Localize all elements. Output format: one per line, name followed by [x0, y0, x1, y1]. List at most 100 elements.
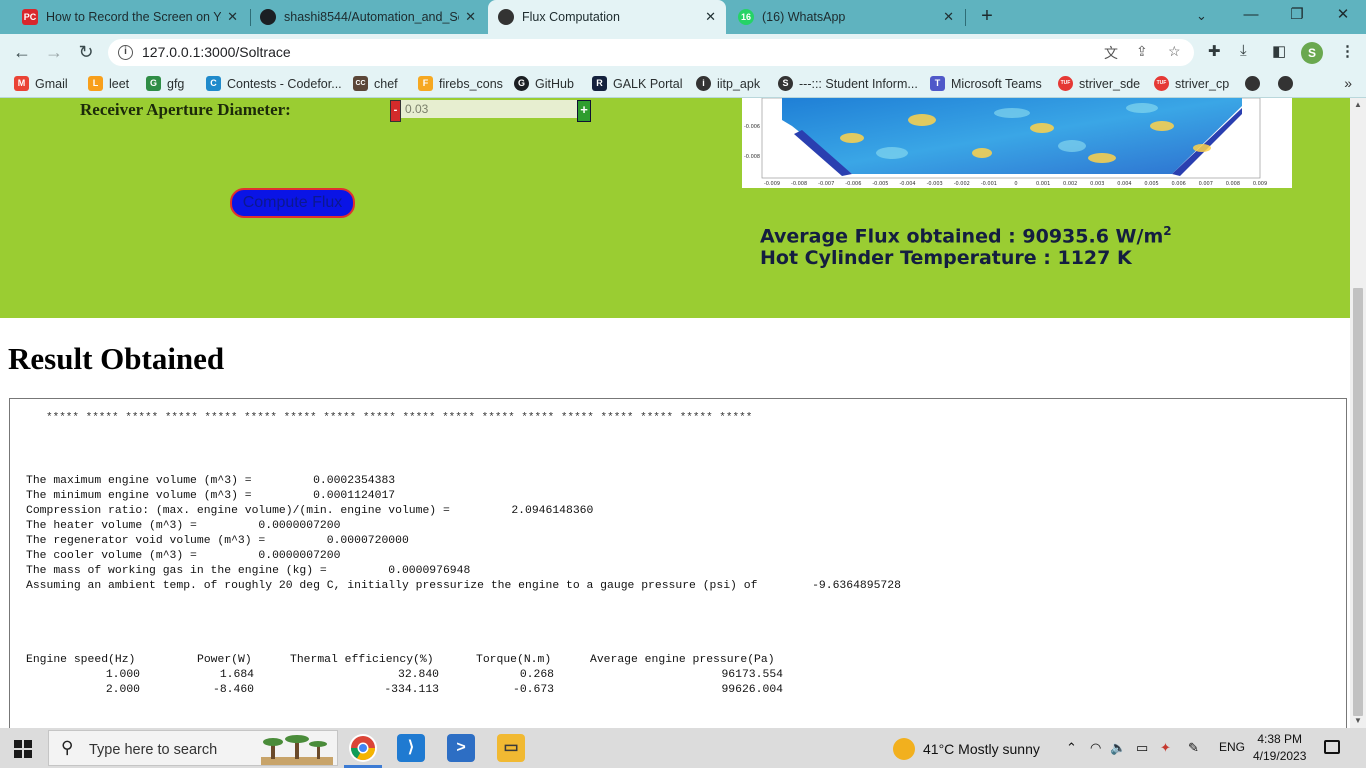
taskbar-search-box[interactable]: ⚲ Type here to search: [48, 730, 338, 766]
average-flux-text: Average Flux obtained : 90935.6 W/m2: [760, 224, 1172, 247]
plot-x-tick-label: 0.003: [1090, 181, 1104, 187]
tab-title: How to Record the Screen on Yo: [46, 10, 222, 24]
scrollbar-thumb[interactable]: [1353, 288, 1363, 716]
plot-x-tick-label: -0.001: [981, 181, 997, 187]
download-icon[interactable]: ⤓: [1240, 42, 1247, 59]
minimize-button[interactable]: —: [1228, 0, 1274, 32]
pen-icon[interactable]: ✎: [1188, 740, 1199, 756]
increment-button[interactable]: +: [577, 100, 591, 122]
bookmark-gfg[interactable]: Ggfg: [146, 76, 184, 91]
input-section: Receiver Aperture Diameter: - + Compute …: [0, 98, 1350, 318]
weather-widget[interactable]: 41°C Mostly sunny: [893, 738, 1040, 760]
battery-icon[interactable]: ▭: [1136, 740, 1148, 756]
vscode-icon[interactable]: ⟩: [397, 734, 425, 762]
bookmark-gmail[interactable]: M Gmail: [14, 76, 68, 91]
chrome-icon[interactable]: [349, 734, 377, 762]
extensions-puzzle-icon[interactable]: ✚: [1208, 42, 1221, 60]
bookmark-striver-cp[interactable]: TUF striver_cp: [1154, 76, 1229, 91]
plot-x-tick-label: 0.007: [1199, 181, 1213, 187]
leetcode-icon: L: [88, 76, 103, 91]
tab-flux-computation[interactable]: Flux Computation ✕: [488, 0, 726, 34]
close-window-button[interactable]: ✕: [1320, 0, 1366, 32]
show-hidden-icons-chevron-icon[interactable]: ⌃: [1066, 740, 1077, 756]
average-flux-value: Average Flux obtained : 90935.6 W/m: [760, 225, 1164, 248]
forward-arrow-icon[interactable]: →: [42, 40, 66, 64]
close-icon[interactable]: ✕: [465, 9, 476, 25]
bookmark-galk-portal[interactable]: R GALK Portal: [592, 76, 682, 91]
result-line: Assuming an ambient temp. of roughly 20 …: [26, 580, 901, 592]
plot-x-tick-label: -0.007: [818, 181, 834, 187]
bookmark-chef[interactable]: CC chef: [353, 76, 398, 91]
bookmark-label: GitHub: [535, 76, 574, 91]
table-header-torque: Torque(N.m): [476, 654, 552, 666]
wifi-icon[interactable]: ◠: [1090, 740, 1101, 756]
globe-icon: [498, 9, 514, 25]
volume-icon[interactable]: 🔈: [1110, 740, 1126, 756]
kebab-menu-icon[interactable]: ⋮: [1340, 42, 1355, 60]
table-cell: 2.000: [105, 684, 140, 696]
unit-superscript: 2: [1163, 224, 1172, 238]
close-icon[interactable]: ✕: [227, 9, 238, 25]
teams-icon: T: [930, 76, 945, 91]
plot-x-tick-label: -0.006: [845, 181, 861, 187]
address-bar[interactable]: i 127.0.0.1:3000/Soltrace 文 ⇪ ☆: [108, 39, 1194, 66]
bookmark-globe-2[interactable]: [1278, 76, 1299, 91]
bookmark-github[interactable]: G GitHub: [514, 76, 574, 91]
close-icon[interactable]: ✕: [943, 9, 954, 25]
back-arrow-icon[interactable]: ←: [10, 40, 34, 64]
bookmark-globe-1[interactable]: [1245, 76, 1266, 91]
bookmark-leet[interactable]: Lleet: [88, 76, 129, 91]
update-icon[interactable]: ✦: [1160, 740, 1171, 756]
bookmark-iitp-apk[interactable]: i iitp_apk: [696, 76, 760, 91]
table-cell: 99626.004: [721, 684, 783, 696]
clock[interactable]: 4:38 PM 4/19/2023: [1253, 731, 1306, 765]
tab-github[interactable]: shashi8544/Automation_and_Sol ✕: [250, 0, 486, 34]
tab-search-chevron-icon[interactable]: ⌄: [1196, 8, 1207, 24]
github-icon: [260, 9, 276, 25]
bookmark-student-info[interactable]: S ---::: Student Inform...: [778, 76, 918, 91]
side-panel-icon[interactable]: ◧: [1272, 42, 1286, 60]
new-tab-button[interactable]: +: [976, 5, 998, 29]
file-explorer-icon[interactable]: ▭: [497, 734, 525, 762]
vertical-scrollbar[interactable]: ▲ ▼: [1350, 98, 1366, 728]
scroll-down-arrow-icon[interactable]: ▼: [1350, 714, 1366, 728]
windows-start-icon[interactable]: [14, 740, 32, 758]
bookmark-firebs-cons[interactable]: Ffirebs_cons: [418, 76, 503, 91]
tab-title: (16) WhatsApp: [762, 10, 846, 24]
translate-icon[interactable]: 文: [1104, 43, 1118, 63]
flux-contour-plot: -0.009 -0.008 -0.007 -0.006 -0.005 -0.004 -0.0…: [742, 98, 1292, 188]
plot-x-tick-label: -0.008: [791, 181, 807, 187]
reload-icon[interactable]: ↻: [74, 40, 98, 64]
table-cell: 0.268: [519, 669, 554, 681]
tab-whatsapp[interactable]: 16 (16) WhatsApp ✕: [728, 0, 964, 34]
bookmark-star-icon[interactable]: ☆: [1168, 43, 1181, 60]
table-header-speed: Engine speed(Hz): [26, 654, 136, 666]
bookmark-label: Gmail: [35, 76, 68, 91]
share-icon[interactable]: ⇪: [1136, 43, 1148, 60]
bookmark-label: leet: [109, 76, 130, 91]
more-bookmarks-icon[interactable]: »: [1344, 75, 1352, 91]
restore-button[interactable]: ❐: [1274, 0, 1320, 32]
globe-icon: S: [778, 76, 793, 91]
tab-record-screen[interactable]: PC How to Record the Screen on Yo ✕: [12, 0, 248, 34]
close-icon[interactable]: ✕: [705, 9, 716, 25]
plot-x-tick-label: 0.008: [1226, 181, 1240, 187]
table-header-power: Power(W): [197, 654, 252, 666]
profile-avatar[interactable]: S: [1301, 42, 1323, 64]
table-cell: 32.840: [397, 669, 439, 681]
plot-x-tick-label: 0.001: [1036, 181, 1050, 187]
bookmark-microsoft-teams[interactable]: T Microsoft Teams: [930, 76, 1042, 91]
bookmark-codeforces[interactable]: C Contests - Codefor...: [206, 76, 342, 91]
scroll-up-arrow-icon[interactable]: ▲: [1350, 98, 1366, 112]
decrement-button[interactable]: -: [390, 100, 401, 122]
powershell-icon[interactable]: >: [447, 734, 475, 762]
weather-text: 41°C Mostly sunny: [923, 741, 1040, 757]
window-controls: — ❐ ✕: [1228, 0, 1366, 34]
language-indicator[interactable]: ENG: [1219, 740, 1245, 754]
url-text[interactable]: 127.0.0.1:3000/Soltrace: [142, 44, 291, 60]
aperture-input[interactable]: [401, 100, 577, 118]
info-icon[interactable]: i: [118, 45, 133, 60]
bookmark-striver-sde[interactable]: TUF striver_sde: [1058, 76, 1140, 91]
compute-flux-button[interactable]: Compute Flux: [230, 188, 355, 218]
notifications-icon[interactable]: [1324, 740, 1340, 754]
